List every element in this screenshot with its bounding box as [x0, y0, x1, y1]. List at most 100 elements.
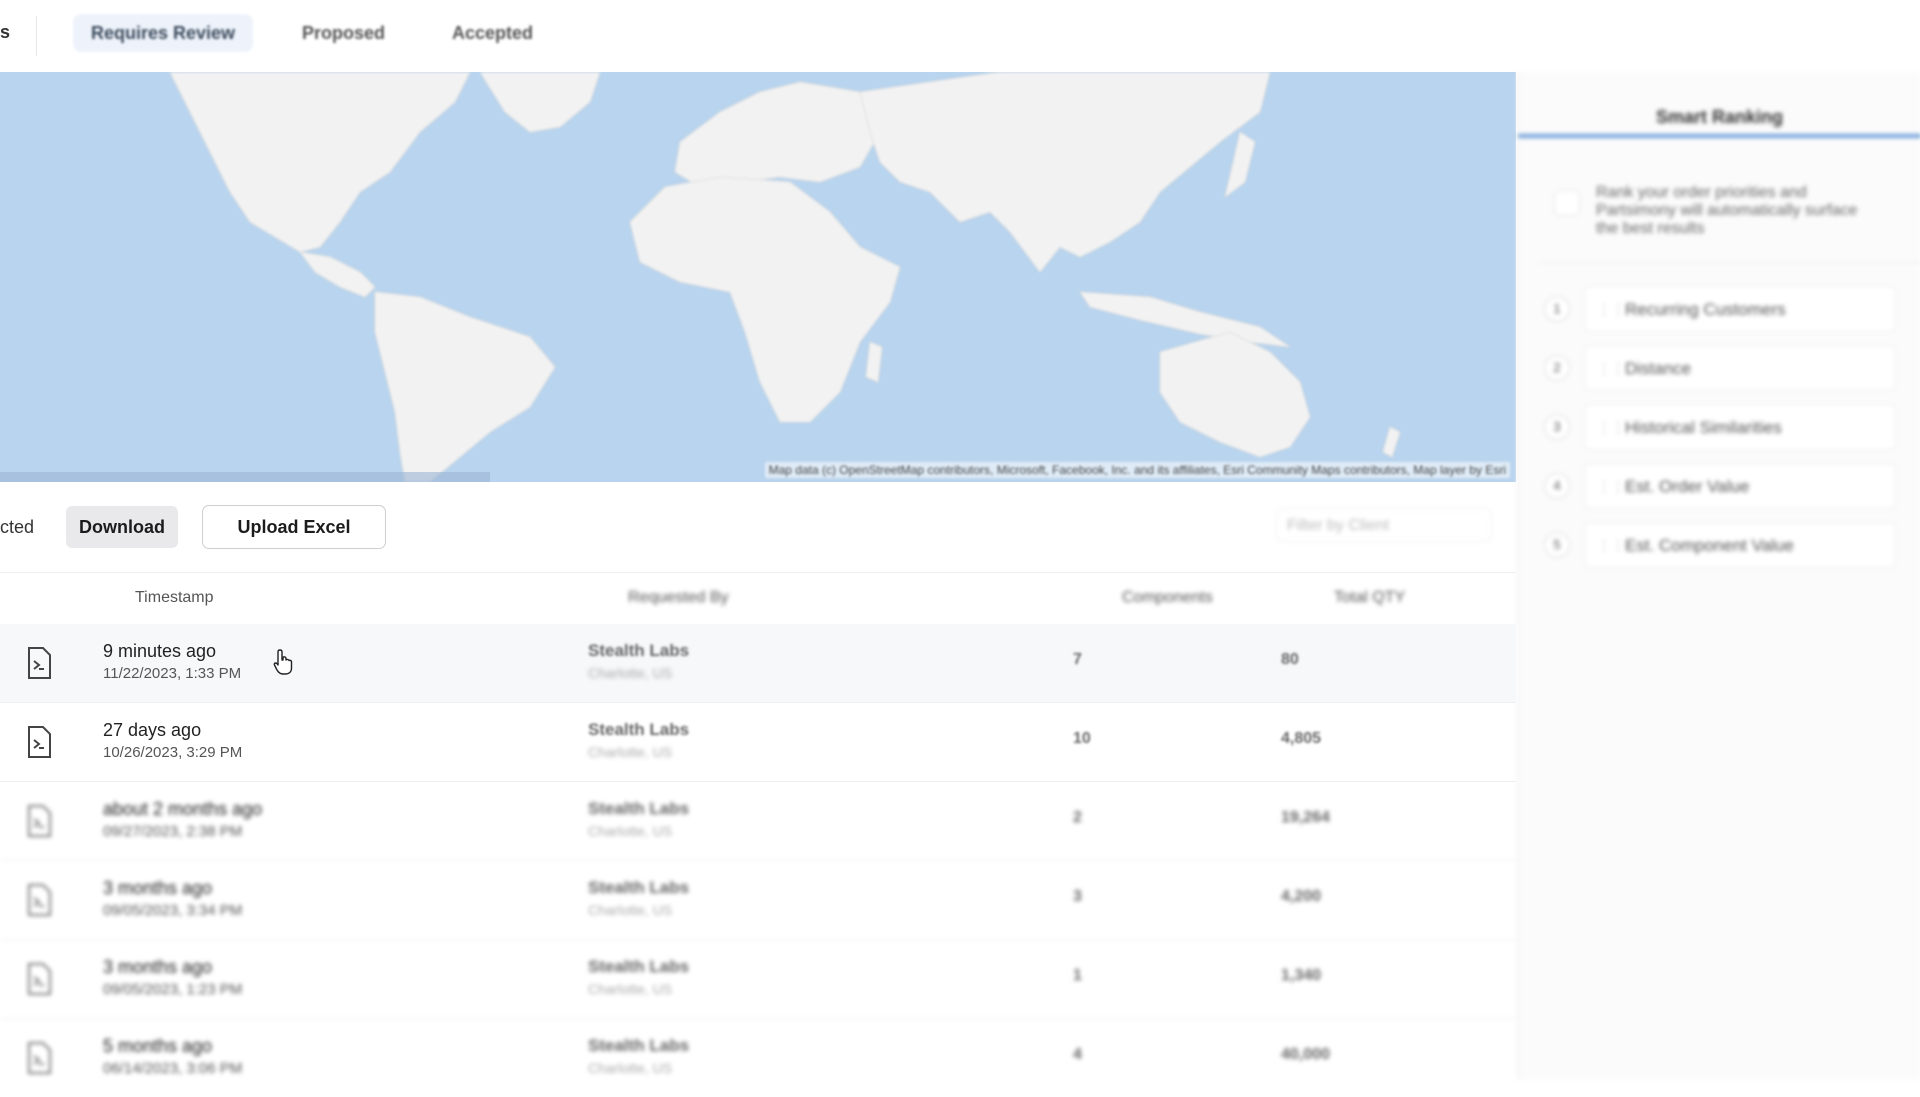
- rank-number: 2: [1544, 355, 1570, 381]
- land-north-america: [169, 72, 471, 253]
- drag-handle-icon[interactable]: ⋮⋮: [1597, 537, 1625, 554]
- row-qty: 4,805: [1281, 730, 1322, 747]
- table-row[interactable]: 5 months ago 06/14/2023, 3:06 PM Stealth…: [0, 1019, 1516, 1097]
- table-row[interactable]: 3 months ago 09/05/2023, 3:34 PM Stealth…: [0, 861, 1516, 940]
- rank-item[interactable]: 3 ⋮⋮ Historical Similarities: [1544, 404, 1904, 450]
- row-client: Stealth Labs: [588, 799, 690, 818]
- row-relative-time: 3 months ago: [103, 878, 213, 898]
- map-scrollbar[interactable]: [0, 472, 490, 482]
- tab-divider: [36, 16, 37, 56]
- tab-partial[interactable]: s: [0, 22, 10, 43]
- row-location: Charlotte, US: [588, 823, 673, 839]
- rank-label: Historical Similarities: [1625, 418, 1782, 437]
- partial-button[interactable]: cted: [0, 506, 34, 548]
- land-south-america: [374, 291, 556, 482]
- rank-number: 1: [1544, 296, 1570, 322]
- rank-number: 3: [1544, 414, 1570, 440]
- row-components: 4: [1073, 1046, 1082, 1063]
- row-components: 1: [1073, 967, 1082, 984]
- row-client: Stealth Labs: [588, 878, 690, 897]
- table-row[interactable]: about 2 months ago 09/27/2023, 2:38 PM S…: [0, 782, 1516, 861]
- row-qty: 1,340: [1281, 967, 1322, 984]
- table-row[interactable]: 9 minutes ago 11/22/2023, 1:33 PM Stealt…: [0, 624, 1516, 703]
- rank-card[interactable]: ⋮⋮ Est. Order Value: [1584, 463, 1896, 509]
- rank-card[interactable]: ⋮⋮ Recurring Customers: [1584, 286, 1896, 332]
- row-date: 06/14/2023, 3:06 PM: [103, 1060, 243, 1077]
- row-components: 7: [1073, 651, 1082, 668]
- row-relative-time: 3 months ago: [103, 957, 213, 977]
- row-location: Charlotte, US: [588, 665, 673, 681]
- land-greenland: [479, 72, 601, 133]
- rank-item[interactable]: 1 ⋮⋮ Recurring Customers: [1544, 286, 1904, 332]
- document-icon: [28, 726, 51, 758]
- land-europe: [674, 81, 881, 188]
- rank-card[interactable]: ⋮⋮ Historical Similarities: [1584, 404, 1896, 450]
- row-components: 3: [1073, 888, 1082, 905]
- document-icon: [28, 647, 51, 679]
- filter-by-client-input[interactable]: Filter by Client: [1276, 508, 1492, 542]
- row-client: Stealth Labs: [588, 720, 690, 739]
- land-australia: [1159, 331, 1311, 458]
- land-africa: [629, 176, 901, 423]
- rank-number: 4: [1544, 473, 1570, 499]
- header-total-qty[interactable]: Total QTY: [1334, 589, 1405, 607]
- smart-ranking-checkbox[interactable]: [1554, 190, 1580, 216]
- rank-item[interactable]: 5 ⋮⋮ Est. Component Value: [1544, 522, 1904, 568]
- header-components[interactable]: Components: [1122, 589, 1213, 607]
- tab-accepted[interactable]: Accepted: [434, 14, 551, 52]
- rank-card[interactable]: ⋮⋮ Distance: [1584, 345, 1896, 391]
- row-components: 10: [1073, 730, 1091, 747]
- header-timestamp[interactable]: Timestamp: [135, 589, 214, 607]
- tab-requires-review[interactable]: Requires Review: [73, 14, 254, 52]
- header-requested-by[interactable]: Requested By: [628, 589, 729, 607]
- land-japan: [1224, 131, 1256, 199]
- map-landmasses: [169, 72, 1401, 482]
- row-qty: 4,200: [1281, 888, 1322, 905]
- row-date: 09/05/2023, 1:23 PM: [103, 981, 243, 998]
- land-madagascar: [865, 341, 883, 383]
- rank-item[interactable]: 4 ⋮⋮ Est. Order Value: [1544, 463, 1904, 509]
- smart-ranking-panel: Smart Ranking Rank your order priorities…: [1517, 72, 1920, 1080]
- drag-handle-icon[interactable]: ⋮⋮: [1597, 301, 1625, 318]
- map-attribution: Map data (c) OpenStreetMap contributors,…: [764, 462, 1510, 478]
- table-row[interactable]: 27 days ago 10/26/2023, 3:29 PM Stealth …: [0, 703, 1516, 782]
- rank-label: Est. Order Value: [1625, 477, 1750, 496]
- table-row[interactable]: 3 months ago 09/05/2023, 1:23 PM Stealth…: [0, 940, 1516, 1019]
- document-icon: [28, 884, 51, 916]
- row-client: Stealth Labs: [588, 1036, 690, 1055]
- row-components: 2: [1073, 809, 1082, 826]
- row-location: Charlotte, US: [588, 1060, 673, 1076]
- download-button[interactable]: Download: [66, 506, 178, 548]
- rank-number: 5: [1544, 532, 1570, 558]
- row-date: 09/27/2023, 2:38 PM: [103, 823, 243, 840]
- row-location: Charlotte, US: [588, 902, 673, 918]
- row-client: Stealth Labs: [588, 957, 690, 976]
- row-qty: 19,264: [1281, 809, 1330, 826]
- drag-handle-icon[interactable]: ⋮⋮: [1597, 478, 1625, 495]
- document-icon: [28, 805, 51, 837]
- tab-proposed[interactable]: Proposed: [284, 14, 403, 52]
- row-location: Charlotte, US: [588, 981, 673, 997]
- row-location: Charlotte, US: [588, 744, 673, 760]
- panel-divider: [1538, 262, 1920, 263]
- upload-excel-button[interactable]: Upload Excel: [202, 505, 386, 549]
- panel-title[interactable]: Smart Ranking: [1518, 72, 1920, 134]
- row-relative-time: 5 months ago: [103, 1036, 213, 1056]
- land-new-zealand: [1382, 426, 1401, 458]
- hand-pointer-cursor-icon: [273, 649, 293, 675]
- drag-handle-icon[interactable]: ⋮⋮: [1597, 419, 1625, 436]
- rank-item[interactable]: 2 ⋮⋮ Distance: [1544, 345, 1904, 391]
- document-icon: [28, 963, 51, 995]
- row-date: 09/05/2023, 3:34 PM: [103, 902, 243, 919]
- drag-handle-icon[interactable]: ⋮⋮: [1597, 360, 1625, 377]
- panel-tab-indicator: [1518, 134, 1920, 138]
- top-tab-bar: s Requires Review Proposed Accepted: [0, 0, 1920, 72]
- table-header: Timestamp Requested By Components Total …: [0, 572, 1516, 626]
- land-central-america: [298, 251, 376, 298]
- row-qty: 40,000: [1281, 1046, 1330, 1063]
- world-map[interactable]: Map data (c) OpenStreetMap contributors,…: [0, 72, 1516, 482]
- land-indonesia: [1079, 291, 1291, 348]
- panel-description: Rank your order priorities and Partsimon…: [1596, 184, 1858, 237]
- rank-card[interactable]: ⋮⋮ Est. Component Value: [1584, 522, 1896, 568]
- document-icon: [28, 1042, 51, 1074]
